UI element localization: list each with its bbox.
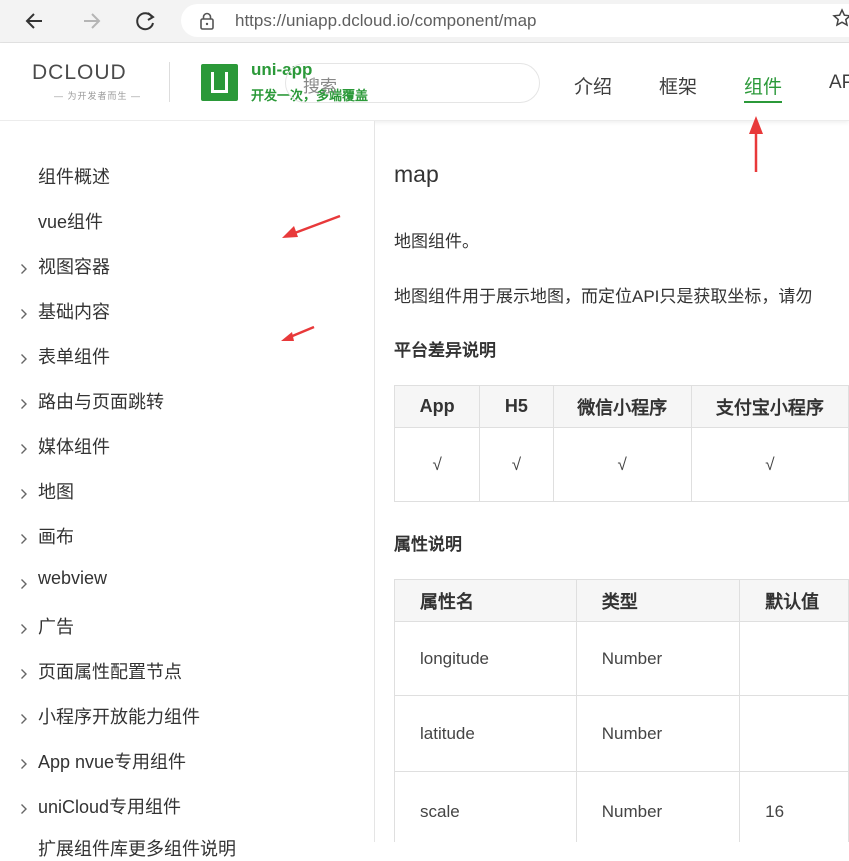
table-header: 属性名	[394, 579, 577, 622]
sidebar-item-label: 地图	[38, 482, 74, 502]
dcloud-logo[interactable]: DCLOUD — 为开发者而生 —	[32, 61, 148, 102]
table-cell: Number	[575, 771, 741, 842]
description-text: 地图组件用于展示地图，而定位API只是获取坐标，请勿	[394, 287, 813, 306]
sidebar-item-label: 基础内容	[38, 302, 110, 322]
sidebar-item-label: uniCloud专用组件	[38, 797, 182, 817]
annotation-arrow-icon	[282, 214, 341, 238]
dcloud-tagline: — 为开发者而生 —	[54, 91, 142, 101]
table-cell: scale	[394, 771, 577, 842]
table-cell: latitude	[394, 695, 577, 772]
browser-toolbar: https://uniapp.dcloud.io/component/map	[0, 0, 849, 43]
table-cell: √	[690, 427, 849, 502]
nav-components[interactable]: 组件	[744, 72, 783, 103]
chevron-right-icon	[20, 574, 28, 595]
table-cell: √	[479, 427, 554, 502]
url-text: https://uniapp.dcloud.io/component/map	[235, 11, 537, 30]
table-row: longitude Number	[394, 621, 849, 696]
table-row: scale Number 16	[394, 771, 849, 842]
table-header: 支付宝小程序	[690, 385, 849, 428]
sidebar-item-label: 表单组件	[38, 347, 110, 367]
table-cell: Number	[575, 621, 741, 696]
sidebar-item-label: 媒体组件	[38, 437, 110, 457]
table-cell: Number	[575, 695, 741, 772]
sidebar-item-label: 小程序开放能力组件	[38, 707, 200, 727]
annotation-arrow-icon	[749, 116, 763, 172]
platform-diff-heading: 平台差异说明	[394, 341, 496, 360]
table-header: 类型	[575, 579, 741, 622]
site-header: DCLOUD — 为开发者而生 — uni-app 开发一次，多端覆盖 搜索 介…	[0, 43, 849, 121]
sidebar-item-label: 组件概述	[38, 167, 110, 187]
table-cell	[739, 695, 849, 772]
star-icon[interactable]	[832, 8, 849, 33]
chevron-right-icon	[20, 304, 28, 325]
lock-icon	[199, 12, 215, 35]
sidebar-item-label: webview	[38, 568, 108, 588]
table-row: latitude Number	[394, 695, 849, 772]
forward-icon[interactable]	[76, 6, 106, 36]
sidebar-item-label: 广告	[38, 617, 74, 637]
sidebar-item-label: 视图容器	[38, 257, 110, 277]
chevron-right-icon	[20, 529, 28, 550]
intro-text: 地图组件。	[394, 232, 479, 251]
page-title: map	[394, 161, 439, 187]
nav-framework[interactable]: 框架	[659, 72, 697, 99]
table-cell: √	[393, 427, 481, 502]
table-cell: 16	[739, 771, 849, 842]
nav-api[interactable]: AP	[829, 72, 849, 94]
chevron-right-icon	[20, 349, 28, 370]
chevron-right-icon	[20, 439, 28, 460]
table-cell: √	[552, 427, 692, 502]
chevron-right-icon	[20, 709, 28, 730]
address-bar[interactable]: https://uniapp.dcloud.io/component/map	[181, 4, 849, 37]
annotation-arrow-icon	[281, 325, 315, 341]
chevron-right-icon	[20, 664, 28, 685]
uni-app-logo-icon[interactable]	[201, 64, 238, 101]
main-content: map 地图组件。 地图组件用于展示地图，而定位API只是获取坐标，请勿 平台差…	[375, 121, 849, 842]
reload-icon[interactable]	[130, 6, 160, 36]
search-placeholder: 搜索	[303, 77, 337, 96]
sidebar-item-label: 画布	[38, 527, 74, 547]
chevron-right-icon	[20, 484, 28, 505]
attributes-heading: 属性说明	[394, 535, 462, 554]
sidebar-item-label: 路由与页面跳转	[38, 392, 164, 412]
table-header: 微信小程序	[552, 385, 692, 428]
attributes-table: 属性名 类型 默认值 longitude Number latitude Num…	[394, 579, 849, 842]
chevron-right-icon	[20, 754, 28, 775]
table-header: App	[393, 385, 481, 428]
platform-table: App H5 微信小程序 支付宝小程序 √ √ √ √	[393, 385, 849, 502]
chevron-right-icon	[20, 259, 28, 280]
chevron-right-icon	[20, 394, 28, 415]
chevron-right-icon	[20, 799, 28, 820]
sidebar-item-label: App nvue专用组件	[38, 752, 187, 772]
chevron-right-icon	[20, 619, 28, 640]
dcloud-logo-text: DCLOUD	[32, 61, 127, 84]
table-cell: longitude	[394, 621, 577, 696]
sidebar-item-label: 页面属性配置节点	[38, 662, 182, 682]
back-icon[interactable]	[20, 6, 50, 36]
header-divider	[169, 62, 170, 102]
sidebar-item-label: 扩展组件库更多组件说明	[38, 839, 236, 859]
sidebar-item-label: vue组件	[38, 212, 104, 232]
table-cell	[739, 621, 849, 696]
table-header: 默认值	[739, 579, 849, 622]
table-header: H5	[479, 385, 554, 428]
nav-intro[interactable]: 介绍	[574, 72, 612, 99]
